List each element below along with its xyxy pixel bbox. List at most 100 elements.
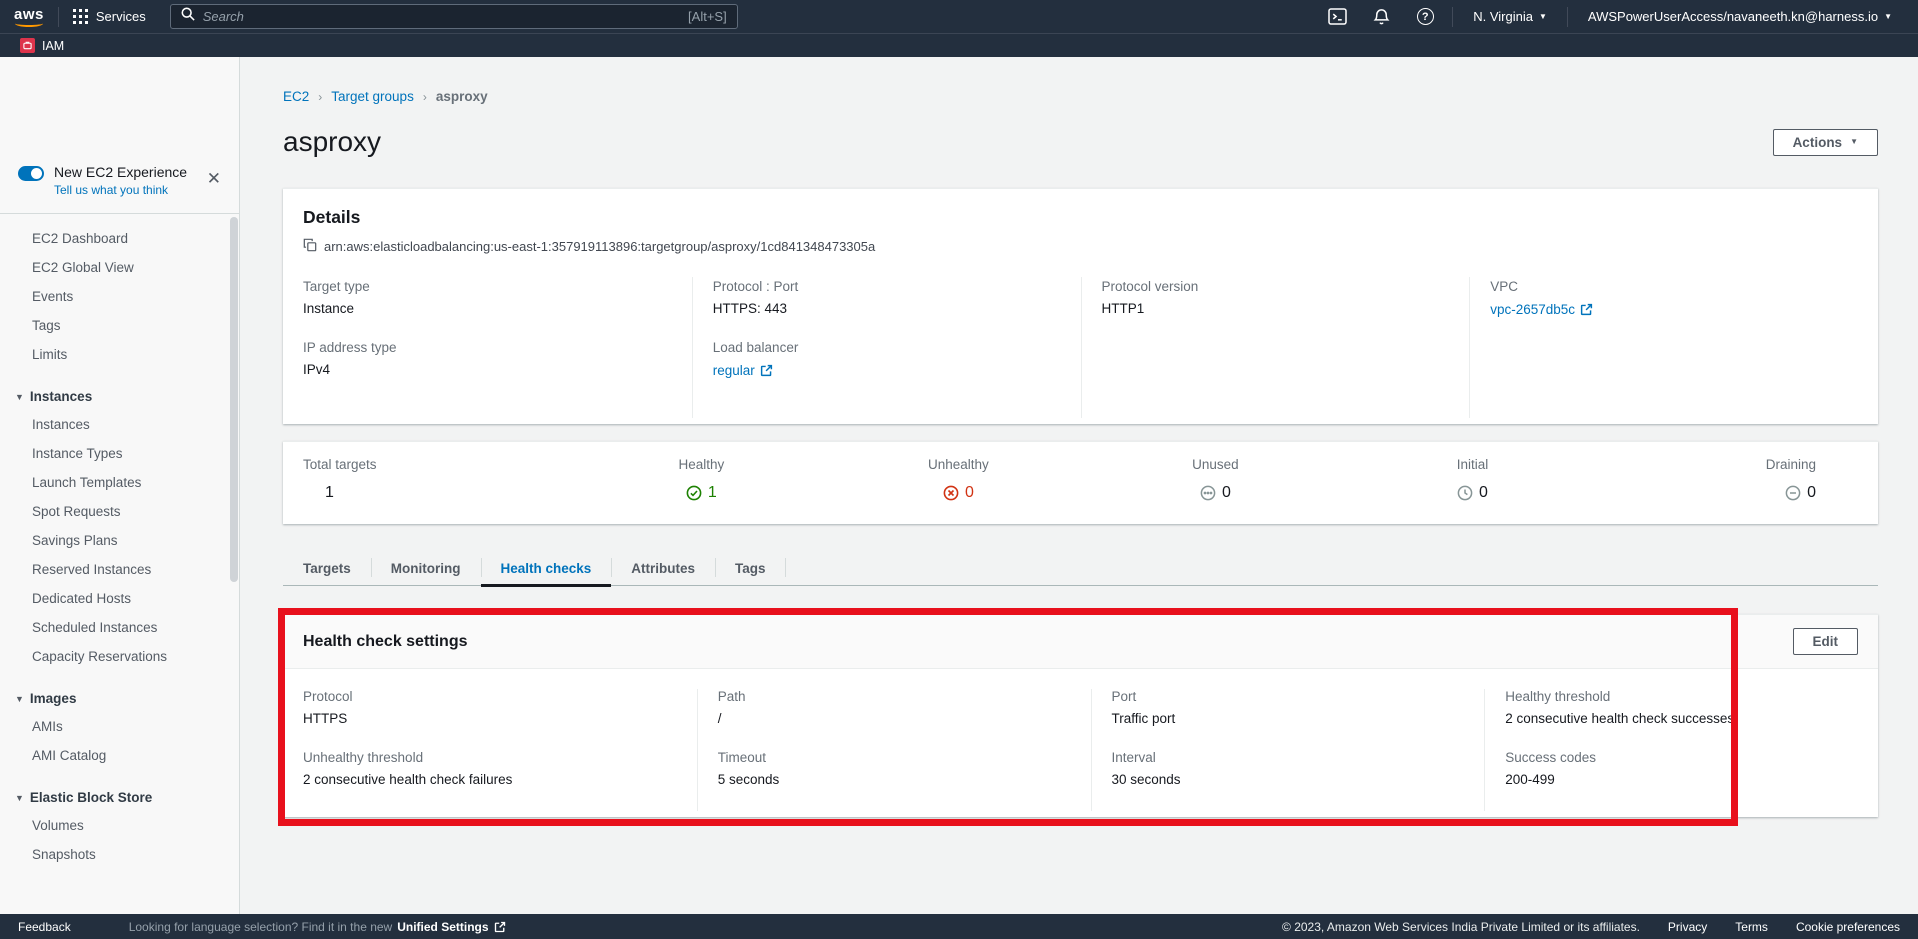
chevron-down-icon: ▼ [15,793,24,803]
sidebar-item-ec2-dashboard[interactable]: EC2 Dashboard [0,224,239,253]
draining-minus-icon [1785,485,1801,501]
help-icon[interactable]: ? [1408,0,1442,33]
external-link-icon [1580,303,1593,316]
sidebar-item-tags[interactable]: Tags [0,311,239,340]
close-icon[interactable]: ✕ [203,167,225,191]
active-tab-underline [481,584,612,587]
edit-button[interactable]: Edit [1793,628,1859,655]
field-label: VPC [1490,279,1838,294]
breadcrumb-ec2[interactable]: EC2 [283,89,309,104]
sidebar-item-instance-types[interactable]: Instance Types [0,439,239,468]
account-menu[interactable]: AWSPowerUserAccess/navaneeth.kn@harness.… [1578,0,1902,33]
copyright-text: © 2023, Amazon Web Services India Privat… [1282,920,1640,934]
privacy-link[interactable]: Privacy [1668,920,1707,934]
initial-clock-icon [1457,485,1473,501]
favorites-bar: IAM [0,33,1918,57]
sidebar-item-limits[interactable]: Limits [0,340,239,369]
field-label: Healthy threshold [1505,689,1858,704]
total-targets-stat: Total targets 1 [303,457,573,506]
page-title: asproxy [283,126,381,158]
sidebar-item-amis[interactable]: AMIs [0,712,239,741]
sidebar-item-instances[interactable]: Instances [0,410,239,439]
sidebar-group-images[interactable]: ▼ Images [0,685,239,712]
breadcrumb-target-groups[interactable]: Target groups [331,89,414,104]
divider [0,213,239,214]
chevron-down-icon: ▼ [1539,13,1547,21]
sidebar-group-elastic-block-store[interactable]: ▼ Elastic Block Store [0,784,239,811]
field-value: 30 seconds [1112,772,1465,787]
sidebar-item-reserved-instances[interactable]: Reserved Instances [0,555,239,584]
tab-monitoring[interactable]: Monitoring [371,554,481,585]
field-value: 200-499 [1505,772,1858,787]
region-selector[interactable]: N. Virginia ▼ [1463,0,1557,33]
initial-stat: Initial 0 [1344,457,1601,506]
terms-link[interactable]: Terms [1735,920,1768,934]
breadcrumb-separator: › [318,90,322,104]
iam-label: IAM [42,39,64,53]
unified-settings-link[interactable]: Unified Settings [397,920,488,934]
external-link-icon [494,921,506,933]
tab-bar: Targets Monitoring Health checks Attribu… [283,554,1878,586]
sidebar-scrollbar[interactable] [230,217,238,582]
sidebar-item-dedicated-hosts[interactable]: Dedicated Hosts [0,584,239,613]
tab-attributes[interactable]: Attributes [611,554,715,585]
cloudshell-icon[interactable] [1320,0,1354,33]
search-icon [181,7,195,26]
field-label: Timeout [718,750,1071,765]
favorite-iam-link[interactable]: IAM [20,38,64,53]
vpc-link[interactable]: vpc-2657db5c [1490,302,1593,317]
main-content: EC2 › Target groups › asproxy asproxy Ac… [241,57,1918,914]
health-check-settings-card: Health check settings Edit ProtocolHTTPS… [283,614,1878,817]
field-label: Path [718,689,1071,704]
sidebar-item-events[interactable]: Events [0,282,239,311]
actions-button[interactable]: Actions ▼ [1773,129,1878,156]
sidebar-item-ami-catalog[interactable]: AMI Catalog [0,741,239,770]
feedback-link[interactable]: Feedback [18,920,71,934]
field-value: 2 consecutive health check successes [1505,711,1858,726]
unused-stat: Unused 0 [1087,457,1344,506]
sidebar-item-capacity-reservations[interactable]: Capacity Reservations [0,642,239,671]
chevron-down-icon: ▼ [15,694,24,704]
new-experience-title: New EC2 Experience [54,164,203,180]
cookie-preferences-link[interactable]: Cookie preferences [1796,920,1900,934]
region-label: N. Virginia [1473,9,1533,24]
sidebar-item-snapshots[interactable]: Snapshots [0,840,239,869]
tell-us-link[interactable]: Tell us what you think [54,183,203,197]
tab-targets[interactable]: Targets [283,554,371,585]
field-label: IP address type [303,340,672,355]
search-input[interactable] [203,9,680,24]
target-group-arn: arn:aws:elasticloadbalancing:us-east-1:3… [324,239,875,254]
iam-service-icon [20,38,35,53]
tab-tags[interactable]: Tags [715,554,786,585]
field-label: Unhealthy threshold [303,750,677,765]
services-grid-icon [73,9,88,24]
load-balancer-link[interactable]: regular [713,363,773,378]
field-label: Protocol [303,689,677,704]
sidebar-group-instances[interactable]: ▼ Instances [0,383,239,410]
new-experience-toggle[interactable] [18,166,44,181]
field-label: Protocol version [1102,279,1450,294]
sidebar-item-launch-templates[interactable]: Launch Templates [0,468,239,497]
sidebar-item-volumes[interactable]: Volumes [0,811,239,840]
sidebar-item-scheduled-instances[interactable]: Scheduled Instances [0,613,239,642]
details-card: Details arn:aws:elasticloadbalancing:us-… [283,188,1878,424]
breadcrumb: EC2 › Target groups › asproxy [283,89,1878,104]
sidebar-item-savings-plans[interactable]: Savings Plans [0,526,239,555]
sidebar-item-spot-requests[interactable]: Spot Requests [0,497,239,526]
breadcrumb-separator: › [423,90,427,104]
top-navigation-bar: aws Services [Alt+S] ? N. Virginia ▼ AWS… [0,0,1918,33]
copy-icon[interactable] [303,238,317,255]
healthy-check-icon [686,485,702,501]
account-label: AWSPowerUserAccess/navaneeth.kn@harness.… [1588,9,1878,24]
sidebar-item-ec2-global-view[interactable]: EC2 Global View [0,253,239,282]
field-value: 5 seconds [718,772,1071,787]
field-value: HTTP1 [1102,301,1450,316]
notifications-bell-icon[interactable] [1364,0,1398,33]
language-selection-note: Looking for language selection? Find it … [129,920,506,934]
services-menu-button[interactable]: Services [59,0,160,33]
aws-logo[interactable]: aws [14,6,44,27]
global-search[interactable]: [Alt+S] [170,4,738,29]
tab-health-checks[interactable]: Health checks [481,554,612,585]
external-link-icon [760,364,773,377]
draining-stat: Draining 0 [1601,457,1858,506]
